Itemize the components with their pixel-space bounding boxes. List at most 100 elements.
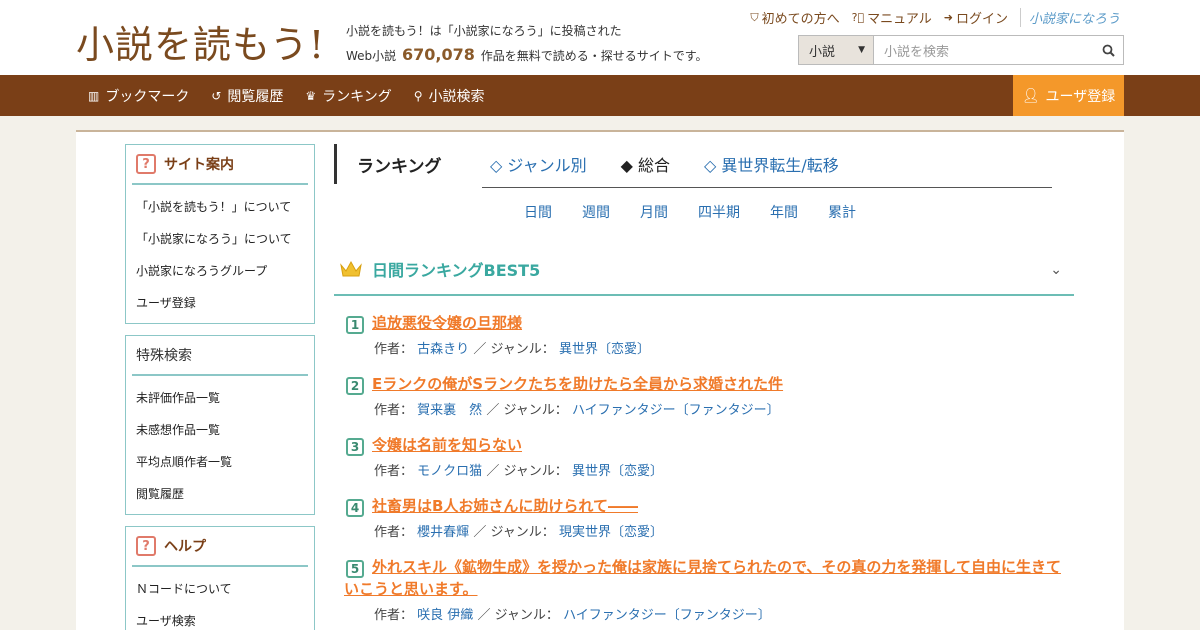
register-label: ユーザ登録	[1045, 88, 1116, 105]
help-item[interactable]: Ｎコードについて	[136, 573, 314, 605]
genre-link[interactable]: 現実世界〔恋愛〕	[559, 525, 663, 540]
manual-link[interactable]: ?⃝ マニュアル	[852, 8, 932, 27]
period-weekly[interactable]: 週間	[582, 202, 610, 222]
narou-brand-link[interactable]: 小説家になろう	[1019, 8, 1120, 27]
chevron-down-icon[interactable]: ⌄	[1050, 262, 1062, 278]
rank-number-badge: 5	[346, 560, 364, 578]
site-guide-item[interactable]: ユーザ登録	[136, 287, 314, 319]
genre-link[interactable]: ハイファンタジー〔ファンタジー〕	[563, 608, 771, 623]
beginner-link-label: 初めての方へ	[761, 12, 840, 27]
nav-history-label: 閲覧履歴	[227, 88, 284, 105]
author-label: 作者：	[374, 464, 414, 479]
login-icon: ➜	[943, 11, 953, 24]
period-monthly[interactable]: 月間	[640, 202, 668, 222]
register-button[interactable]: 👤︎ ユーザ登録	[1013, 75, 1124, 116]
nav-ranking-label: ランキング	[322, 88, 392, 105]
author-link[interactable]: モノクロ猫	[417, 464, 482, 479]
novel-meta: 作者： 櫻井春輝 ／ ジャンル： 現実世界〔恋愛〕	[372, 521, 1074, 540]
main-content: ? サイト案内 「小説を読もう！」について 「小説家になろう」について 小説家に…	[76, 130, 1124, 630]
novel-title-link[interactable]: 令嬢は名前を知らない	[372, 434, 1074, 456]
special-search-item[interactable]: 未評価作品一覧	[136, 382, 314, 414]
help-list: Ｎコードについて ユーザ検索	[126, 567, 314, 630]
period-total[interactable]: 累計	[828, 202, 856, 222]
novel-meta: 作者： モノクロ猫 ／ ジャンル： 異世界〔恋愛〕	[372, 460, 1074, 479]
novel-title-link[interactable]: 外れスキル《鉱物生成》を授かった俺は家族に見捨てられたので、その真の力を発揮して…	[344, 556, 1074, 600]
tagline-line2: Web小説 670,078 作品を無料で読める・探せるサイトです。	[346, 43, 708, 68]
question-icon: ?⃝	[851, 11, 865, 24]
period-yearly[interactable]: 年間	[770, 202, 798, 222]
nav-bookmark-label: ブックマーク	[105, 88, 190, 105]
nav-bookmark[interactable]: ▥ ブックマーク	[88, 86, 189, 106]
novel-title-link[interactable]: Eランクの俺がSランクたちを助けたら全員から求婚された件	[372, 373, 1074, 395]
author-link[interactable]: 櫻井春輝	[417, 525, 469, 540]
author-link[interactable]: 咲良 伊織	[417, 608, 473, 623]
top-links: ⛉ 初めての方へ ?⃝ マニュアル ➜ ログイン 小説家になろう	[750, 8, 1120, 27]
help-item[interactable]: ユーザ検索	[136, 605, 314, 630]
genre-link[interactable]: 異世界〔恋愛〕	[559, 342, 650, 357]
novel-meta: 作者： 咲良 伊織 ／ ジャンル： ハイファンタジー〔ファンタジー〕	[344, 604, 1074, 623]
nav-search[interactable]: ⚲ 小説検索	[414, 86, 485, 106]
best5-header[interactable]: 日間ランキングBEST5 ⌄	[334, 244, 1074, 296]
novel-title-link[interactable]: 社畜男はB人お姉さんに助けられて――	[372, 495, 1074, 517]
rank-number-badge: 2	[346, 377, 364, 395]
novel-meta: 作者： 古森きり ／ ジャンル： 異世界〔恋愛〕	[372, 338, 1074, 357]
search-input[interactable]: 小説を検索	[874, 36, 1093, 64]
genre-label: ／ ジャンル：	[477, 608, 559, 623]
shield-icon: ⛉	[750, 10, 759, 24]
user-icon: 👤︎	[1021, 87, 1040, 104]
author-link[interactable]: 古森きり	[417, 342, 469, 357]
nav-ranking[interactable]: ♛ ランキング	[305, 86, 391, 106]
nav-history[interactable]: ↺ 閲覧履歴	[211, 86, 283, 106]
site-guide-item[interactable]: 「小説家になろう」について	[136, 223, 314, 255]
ranking-item: 3 令嬢は名前を知らない 作者： モノクロ猫 ／ ジャンル： 異世界〔恋愛〕	[344, 434, 1074, 479]
ranking-item: 4 社畜男はB人お姉さんに助けられて―― 作者： 櫻井春輝 ／ ジャンル： 現実…	[344, 495, 1074, 540]
site-guide-item[interactable]: 小説家になろうグループ	[136, 255, 314, 287]
rank-number-badge: 1	[346, 316, 364, 334]
best5-title: 日間ランキングBEST5	[372, 261, 541, 280]
genre-link[interactable]: 異世界〔恋愛〕	[572, 464, 663, 479]
special-search-item[interactable]: 閲覧履歴	[136, 478, 314, 510]
special-search-item[interactable]: 未感想作品一覧	[136, 414, 314, 446]
caret-down-icon: ▼	[858, 45, 865, 55]
special-search-title: 特殊検索	[132, 336, 308, 376]
tab-genre[interactable]: ◇ ジャンル別	[490, 152, 587, 176]
genre-label: ／ ジャンル：	[486, 464, 568, 479]
rank-number-badge: 4	[346, 499, 364, 517]
genre-label: ／ ジャンル：	[473, 342, 555, 357]
period-quarterly[interactable]: 四半期	[698, 202, 740, 222]
help-question-icon: ?	[136, 154, 156, 174]
tab-isekai[interactable]: ◇ 異世界転生/転移	[704, 152, 839, 176]
nav-search-label: 小説検索	[428, 88, 485, 105]
author-link[interactable]: 賀来裏 然	[417, 403, 482, 418]
special-search-box: 特殊検索 未評価作品一覧 未感想作品一覧 平均点順作者一覧 閲覧履歴	[125, 335, 315, 515]
novel-title-link[interactable]: 追放悪役令嬢の旦那様	[372, 312, 1074, 334]
author-label: 作者：	[374, 608, 414, 623]
tab-overall[interactable]: ◆ 総合	[621, 152, 670, 176]
tagline-line1: 小説を読もう！は「小説家になろう」に投稿された	[346, 24, 622, 38]
login-link[interactable]: ➜ ログイン	[944, 8, 1008, 27]
special-search-item[interactable]: 平均点順作者一覧	[136, 446, 314, 478]
search-type-select[interactable]: 小説 ▼	[799, 36, 874, 64]
site-header: 小説を読もう! 小説を読もう！は「小説家になろう」に投稿された Web小説 67…	[0, 0, 1200, 75]
help-title-text: ヘルプ	[164, 539, 206, 555]
nav-items: ▥ ブックマーク ↺ 閲覧履歴 ♛ ランキング ⚲ 小説検索	[88, 75, 485, 116]
search-box: 小説 ▼ 小説を検索	[798, 35, 1124, 65]
beginner-link[interactable]: ⛉ 初めての方へ	[750, 8, 840, 28]
genre-label: ／ ジャンル：	[473, 525, 555, 540]
site-guide-item[interactable]: 「小説を読もう！」について	[136, 191, 314, 223]
search-type-value: 小説	[809, 44, 836, 60]
ranking-item: 5 外れスキル《鉱物生成》を授かった俺は家族に見捨てられたので、その真の力を発揮…	[344, 556, 1074, 623]
crown-icon	[340, 260, 362, 277]
period-tabs: 日間 週間 月間 四半期 年間 累計	[524, 202, 856, 222]
site-guide-box: ? サイト案内 「小説を読もう！」について 「小説家になろう」について 小説家に…	[125, 144, 315, 324]
search-icon: ⚲	[413, 88, 423, 103]
ranking-tabs: ◇ ジャンル別 ◆ 総合 ◇ 異世界転生/転移	[482, 144, 1052, 188]
site-guide-list: 「小説を読もう！」について 「小説家になろう」について 小説家になろうグループ …	[126, 185, 314, 323]
search-button[interactable]	[1093, 36, 1123, 64]
manual-link-label: マニュアル	[867, 12, 932, 27]
site-logo[interactable]: 小説を読もう!	[76, 14, 325, 69]
period-daily[interactable]: 日間	[524, 202, 552, 222]
genre-link[interactable]: ハイファンタジー〔ファンタジー〕	[572, 403, 780, 418]
genre-label: ／ ジャンル：	[486, 403, 568, 418]
login-link-label: ログイン	[955, 12, 1008, 27]
